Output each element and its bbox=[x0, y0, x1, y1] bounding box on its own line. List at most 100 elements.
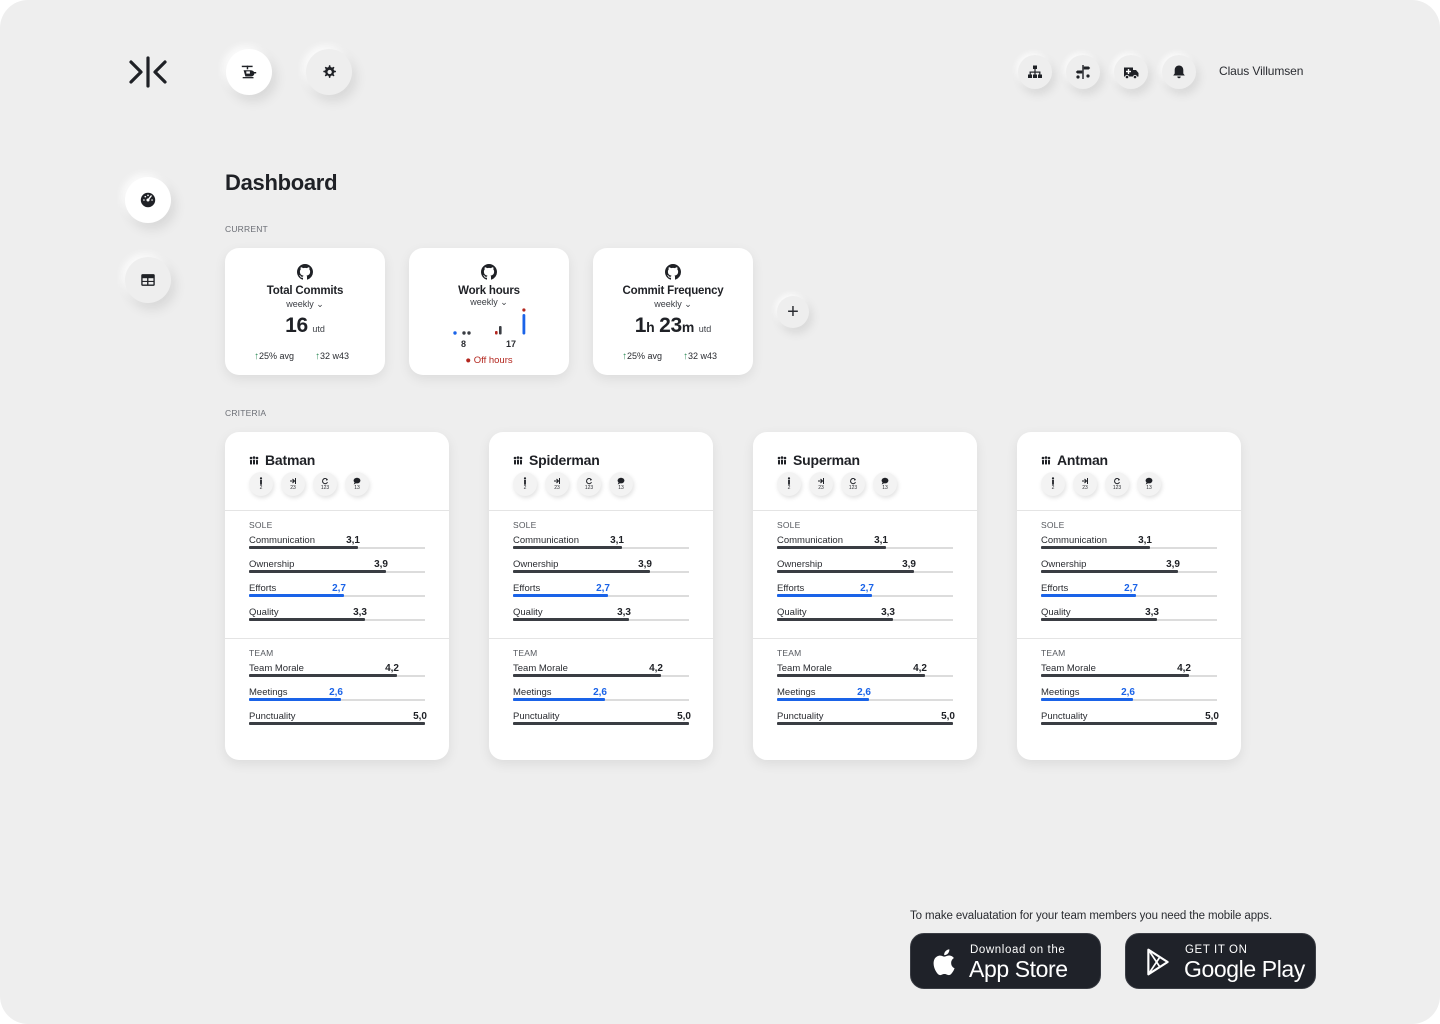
badge-count: 2 bbox=[787, 485, 791, 491]
org-chart-button[interactable] bbox=[1018, 55, 1052, 89]
chat-icon bbox=[1145, 477, 1153, 485]
metric-value: 4,2 bbox=[385, 663, 399, 674]
hour-bar bbox=[495, 331, 498, 335]
stat-badge[interactable]: 123 bbox=[577, 472, 601, 496]
badge-count: 23 bbox=[1082, 485, 1088, 491]
badge-count: 123 bbox=[1112, 485, 1122, 491]
kpi-avg: 25% avg bbox=[627, 351, 663, 361]
logo-icon[interactable] bbox=[128, 56, 168, 88]
figure-icon bbox=[259, 477, 263, 485]
stat-badge[interactable]: 123 bbox=[841, 472, 865, 496]
person-card[interactable]: Spiderman 2 23 123 13 SOLE Communication 3,1 Own… bbox=[489, 432, 713, 760]
stat-badge[interactable]: 2 bbox=[777, 472, 801, 496]
current-section-label: CURRENT bbox=[225, 224, 268, 234]
metric-row: Ownership 3,9 bbox=[249, 559, 425, 579]
stat-badge[interactable]: 23 bbox=[281, 472, 305, 496]
add-kpi-button[interactable]: + bbox=[777, 296, 809, 328]
group-icon bbox=[1041, 455, 1051, 464]
metric-fill bbox=[249, 698, 341, 701]
kpi-card-total-commits[interactable]: Total Commits weekly ⌄ 16 utd ↑25% avg ↑… bbox=[225, 248, 385, 375]
ambulance-button[interactable] bbox=[1114, 55, 1148, 89]
person-card[interactable]: Batman 2 23 123 13 SOLE Communication 3,1 Owners… bbox=[225, 432, 449, 760]
login-icon bbox=[290, 478, 296, 484]
badge-count: 2 bbox=[523, 485, 527, 491]
app-store-button[interactable]: Download on the App Store bbox=[910, 933, 1101, 989]
dashboard-gauge-icon bbox=[140, 192, 156, 208]
period-select[interactable]: weekly ⌄ bbox=[593, 299, 753, 310]
stat-badge[interactable]: 13 bbox=[345, 472, 369, 496]
badge-count: 2 bbox=[1051, 485, 1055, 491]
metric-value: 3,1 bbox=[610, 535, 624, 546]
stat-badge[interactable]: 123 bbox=[313, 472, 337, 496]
login-icon bbox=[1082, 478, 1088, 484]
kpi-card-work-hours[interactable]: Work hours weekly ⌄ 8 17 ● Off hours bbox=[409, 248, 569, 375]
person-card[interactable]: Superman 2 23 123 13 SOLE Communication 3,1 Owne… bbox=[753, 432, 977, 760]
kpi-unit: utd bbox=[698, 324, 712, 334]
stat-badge[interactable]: 2 bbox=[249, 472, 273, 496]
metric-fill bbox=[777, 594, 872, 597]
badge-row: 2 23 123 13 bbox=[513, 472, 633, 496]
metric-value: 3,9 bbox=[374, 559, 388, 570]
metric-value: 2,7 bbox=[860, 583, 874, 594]
helicopter-nav-button[interactable] bbox=[226, 49, 272, 95]
metric-fill bbox=[513, 698, 605, 701]
metric-name: Team Morale bbox=[1041, 663, 1096, 674]
metric-value: 3,9 bbox=[902, 559, 916, 570]
kpi-card-commit-frequency[interactable]: Commit Frequency weekly ⌄ 1h 23m utd ↑25… bbox=[593, 248, 753, 375]
metric-name: Communication bbox=[1041, 535, 1107, 546]
page-title: Dashboard bbox=[225, 170, 338, 195]
user-name[interactable]: Claus Villumsen bbox=[1219, 64, 1303, 78]
kpi-title: Work hours bbox=[458, 285, 520, 297]
metric-value: 3,3 bbox=[353, 607, 367, 618]
metric-row: Communication 3,1 bbox=[1041, 535, 1217, 555]
divider bbox=[1017, 510, 1241, 511]
person-card[interactable]: Antman 2 23 123 13 SOLE Communication 3,1 Owners… bbox=[1017, 432, 1241, 760]
kpi-title: Commit Frequency bbox=[622, 285, 724, 297]
metric-row: Ownership 3,9 bbox=[777, 559, 953, 579]
stat-badge[interactable]: 13 bbox=[1137, 472, 1161, 496]
settings-nav-button[interactable] bbox=[306, 49, 352, 95]
app-store-big-text: App Store bbox=[969, 956, 1068, 982]
stat-badge[interactable]: 23 bbox=[809, 472, 833, 496]
sitemap-icon bbox=[1028, 65, 1042, 78]
badge-count: 23 bbox=[818, 485, 824, 491]
signpost-button[interactable] bbox=[1066, 55, 1100, 89]
card-header: Antman bbox=[1041, 452, 1108, 468]
divider bbox=[225, 510, 449, 511]
login-icon bbox=[818, 478, 824, 484]
stat-badge[interactable]: 13 bbox=[609, 472, 633, 496]
metric-row: Team Morale 4,2 bbox=[1041, 663, 1217, 683]
google-play-icon bbox=[1147, 948, 1169, 976]
chat-icon bbox=[617, 477, 625, 485]
sidebar-item-dashboard[interactable] bbox=[125, 177, 171, 223]
stat-badge[interactable]: 23 bbox=[545, 472, 569, 496]
kpi-hours-unit: h bbox=[646, 319, 655, 335]
kpi-title: Total Commits bbox=[266, 285, 344, 297]
metric-row: Punctuality 5,0 bbox=[513, 711, 691, 731]
stat-badge[interactable]: 13 bbox=[873, 472, 897, 496]
ambulance-icon bbox=[1124, 67, 1139, 80]
badge-count: 13 bbox=[618, 485, 624, 491]
sole-label: SOLE bbox=[513, 520, 537, 530]
app-store-small-text: Download on the bbox=[970, 944, 1066, 956]
stat-badge[interactable]: 2 bbox=[513, 472, 537, 496]
sole-label: SOLE bbox=[1041, 520, 1065, 530]
metric-row: Communication 3,1 bbox=[513, 535, 689, 555]
metric-name: Meetings bbox=[249, 687, 288, 698]
stat-badge[interactable]: 23 bbox=[1073, 472, 1097, 496]
metric-value: 3,1 bbox=[874, 535, 888, 546]
metric-row: Communication 3,1 bbox=[777, 535, 953, 555]
sidebar-item-table[interactable] bbox=[125, 257, 171, 303]
metric-row: Quality 3,3 bbox=[1041, 607, 1217, 627]
badge-count: 23 bbox=[554, 485, 560, 491]
badge-count: 123 bbox=[320, 485, 330, 491]
notifications-button[interactable] bbox=[1162, 55, 1196, 89]
metric-fill bbox=[513, 594, 608, 597]
stat-badge[interactable]: 2 bbox=[1041, 472, 1065, 496]
kpi-avg: 25% avg bbox=[259, 351, 295, 361]
stat-badge[interactable]: 123 bbox=[1105, 472, 1129, 496]
google-play-button[interactable]: GET IT ON Google Play bbox=[1125, 933, 1316, 989]
divider bbox=[753, 510, 977, 511]
period-select[interactable]: weekly ⌄ bbox=[225, 299, 385, 310]
metric-value: 2,6 bbox=[593, 687, 607, 698]
